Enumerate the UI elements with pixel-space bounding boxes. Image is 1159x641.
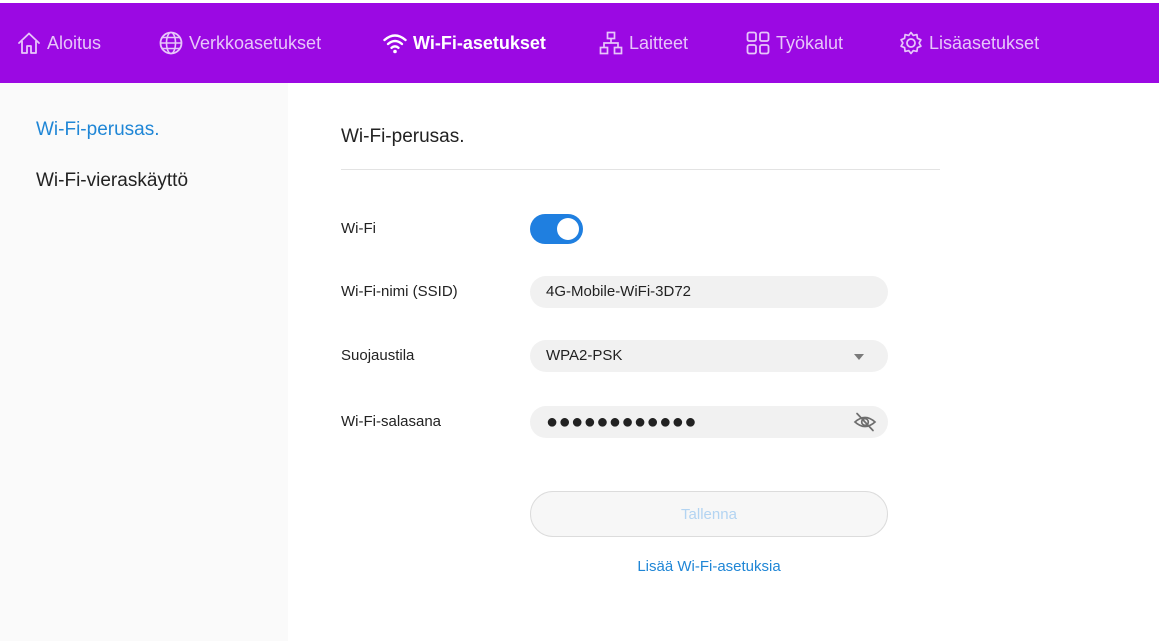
nav-item-network-settings[interactable]: Verkkoasetukset [158, 3, 321, 83]
title-divider [341, 169, 940, 170]
nav-item-devices[interactable]: Laitteet [598, 3, 688, 83]
globe-icon [159, 31, 183, 55]
home-icon [18, 32, 40, 54]
devices-icon [599, 31, 623, 55]
nav-item-label: Laitteet [629, 32, 689, 53]
ssid-input[interactable]: 4G-Mobile-WiFi-3D72 [530, 276, 888, 308]
nav-item-label: Lisäasetukset [929, 32, 1040, 53]
nav-item-label: Työkalut [776, 32, 844, 53]
password-input[interactable]: ●●●●●●●●●●●● [530, 406, 888, 438]
password-value: ●●●●●●●●●●●● [546, 411, 697, 433]
nav-item-label: Verkkoasetukset [189, 32, 322, 53]
chevron-down-icon [854, 354, 864, 360]
gear-icon [900, 31, 922, 55]
nav-item-wifi-settings[interactable]: Wi-Fi-asetukset [382, 3, 546, 83]
wifi-toggle[interactable] [530, 214, 583, 244]
page-title: Wi-Fi-perusas. [341, 126, 465, 147]
sidebar-item-wifi-basic[interactable]: Wi-Fi-perusas. [36, 119, 160, 141]
security-mode-label: Suojaustila [341, 347, 415, 364]
nav-item-tools[interactable]: Työkalut [745, 3, 843, 83]
tools-icon [746, 31, 770, 55]
password-label: Wi-Fi-salasana [341, 413, 442, 430]
nav-item-label: Aloitus [47, 32, 102, 53]
nav-item-home[interactable]: Aloitus [16, 3, 101, 83]
toggle-knob [557, 218, 579, 240]
nav-item-advanced-settings[interactable]: Lisäasetukset [898, 3, 1039, 83]
ssid-value: 4G-Mobile-WiFi-3D72 [546, 283, 692, 300]
wifi-icon [383, 34, 407, 54]
eye-off-icon[interactable] [853, 411, 877, 433]
more-wifi-settings-link[interactable]: Lisää Wi-Fi-asetuksia [530, 558, 888, 575]
nav-item-label: Wi-Fi-asetukset [413, 32, 546, 53]
wifi-toggle-label: Wi-Fi [341, 220, 376, 237]
top-navigation: Aloitus Verkkoasetukset Wi-Fi-asetukset … [0, 3, 1159, 83]
sidebar: Wi-Fi-perusas. Wi-Fi-vieraskäyttö [0, 83, 288, 641]
sidebar-item-wifi-guest[interactable]: Wi-Fi-vieraskäyttö [36, 170, 188, 192]
ssid-label: Wi-Fi-nimi (SSID) [341, 283, 458, 300]
security-mode-value: WPA2-PSK [546, 347, 623, 364]
save-button[interactable]: Tallenna [530, 491, 888, 537]
security-mode-select[interactable]: WPA2-PSK [530, 340, 888, 372]
